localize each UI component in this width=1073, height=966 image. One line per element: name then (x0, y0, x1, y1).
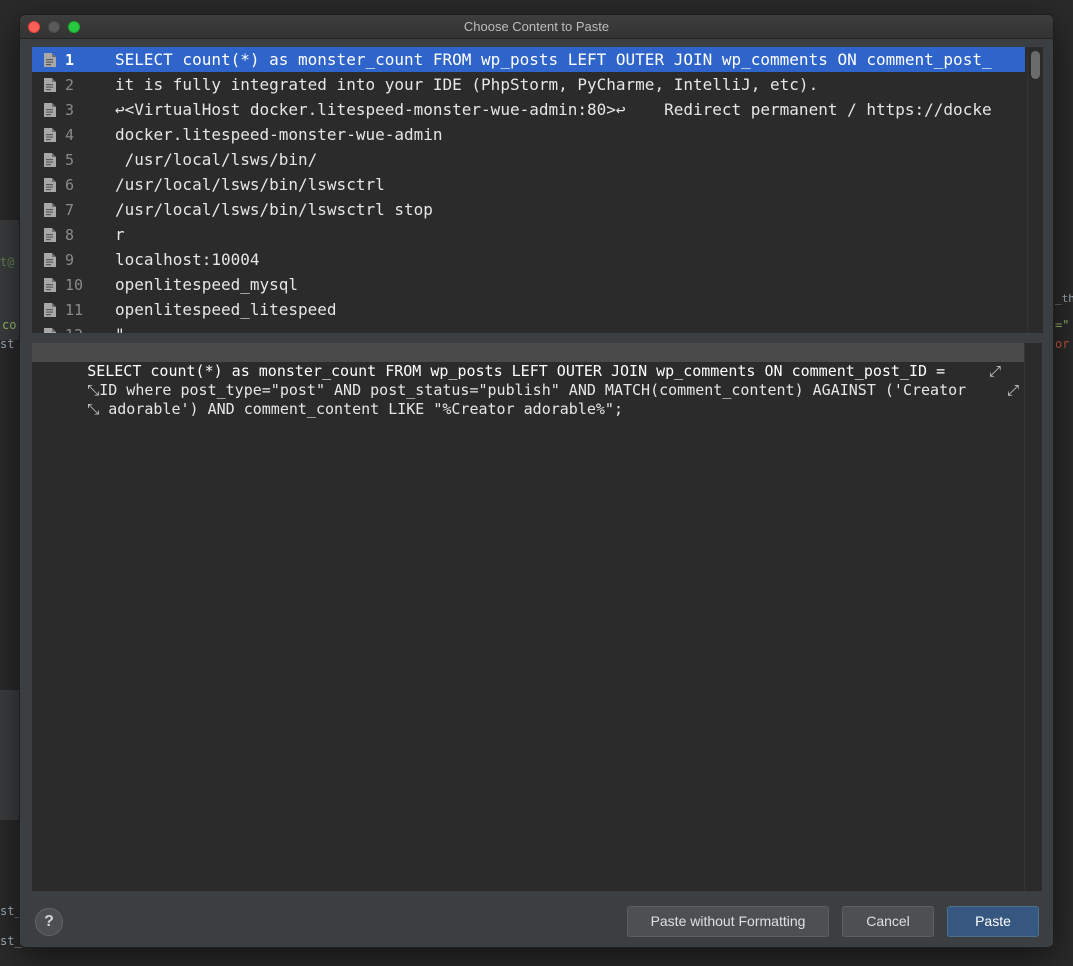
history-item-number: 4 (65, 126, 75, 144)
history-item[interactable]: 1 SELECT count(*) as monster_count FROM w… (32, 47, 1025, 72)
paste-without-formatting-button[interactable]: Paste without Formatting (627, 906, 829, 937)
preview-line: ⤡ID where post_type="post" AND post_stat… (32, 362, 1024, 399)
history-item-text: localhost:10004 (115, 250, 260, 269)
history-scrollbar-thumb[interactable] (1031, 51, 1040, 79)
history-item[interactable]: 6/usr/local/lsws/bin/lswsctrl (32, 172, 1025, 197)
background-text: co (2, 318, 17, 332)
history-item[interactable]: 3 ↩<VirtualHost docker.litespeed-monster-… (32, 97, 1025, 122)
history-item-text: /usr/local/lsws/bin/ (115, 150, 318, 169)
history-item-text: SELECT count(*) as monster_count FROM wp… (115, 50, 992, 69)
history-scrollbar[interactable] (1027, 47, 1043, 333)
history-item[interactable]: 11 openlitespeed_litespeed (32, 297, 1025, 322)
history-item[interactable]: 12 " (32, 322, 1025, 333)
background-ide-panel (0, 690, 20, 820)
choose-content-dialog: Choose Content to Paste 1 SELECT count(*)… (19, 14, 1054, 948)
document-icon (43, 202, 57, 218)
cancel-button[interactable]: Cancel (842, 906, 934, 937)
history-item-text: /usr/local/lsws/bin/lswsctrl stop (115, 200, 433, 219)
help-button[interactable]: ? (35, 908, 63, 936)
history-item-number: 2 (65, 76, 75, 94)
history-item[interactable]: 8r (32, 222, 1025, 247)
history-item-number: 6 (65, 176, 75, 194)
history-item-text: " (115, 325, 125, 333)
document-icon (43, 177, 57, 193)
history-item-text: r (115, 225, 125, 244)
history-item-text: it is fully integrated into your IDE (Ph… (115, 75, 819, 94)
history-item-number: 3 (65, 101, 75, 119)
background-text: st (0, 337, 15, 351)
background-text: =" (1055, 318, 1070, 332)
history-item-number: 10 (65, 276, 84, 294)
background-text: t@ (0, 255, 15, 269)
dialog-title: Choose Content to Paste (463, 19, 610, 34)
history-item[interactable]: 2 it is fully integrated into your IDE (P… (32, 72, 1025, 97)
document-icon (43, 227, 57, 243)
history-item-number: 8 (65, 226, 75, 244)
history-item[interactable]: 9 localhost:10004 (32, 247, 1025, 272)
history-item-number: 7 (65, 201, 75, 219)
preview-line: ⤡ adorable') AND comment_content LIKE "%… (32, 381, 1024, 418)
paste-preview-editor[interactable]: SELECT count(*) as monster_count FROM wp… (32, 343, 1024, 891)
preview-scrollbar[interactable] (1024, 343, 1042, 891)
document-icon (43, 302, 57, 318)
history-item-number: 12 (65, 326, 83, 333)
history-item-number: 9 (65, 251, 75, 269)
history-item[interactable]: 7/usr/local/lsws/bin/lswsctrl stop (32, 197, 1025, 222)
history-item-text: /usr/local/lsws/bin/lswsctrl (115, 175, 385, 194)
preview-line-text: adorable') AND comment_content LIKE "%Cr… (99, 400, 623, 418)
history-item-text: ↩<VirtualHost docker.litespeed-monster-w… (115, 100, 992, 119)
history-item[interactable]: 4 docker.litespeed-monster-wue-admin (32, 122, 1025, 147)
history-item-number: 11 (65, 301, 84, 319)
pane-splitter[interactable] (32, 333, 1042, 343)
document-icon (43, 52, 57, 68)
document-icon (43, 102, 57, 118)
document-icon (43, 252, 57, 268)
history-item-text: openlitespeed_mysql (115, 275, 299, 294)
soft-wrap-icon: ⤡ (87, 400, 100, 418)
history-item-number: 5 (65, 151, 75, 169)
document-icon (43, 127, 57, 143)
history-item[interactable]: 5 /usr/local/lsws/bin/ (32, 147, 1025, 172)
document-icon (43, 152, 57, 168)
clipboard-history-list[interactable]: 1 SELECT count(*) as monster_count FROM w… (32, 47, 1042, 333)
background-text: _the (1055, 292, 1073, 305)
document-icon (43, 277, 57, 293)
history-item-number: 1 (65, 51, 75, 69)
history-item-text: docker.litespeed-monster-wue-admin (115, 125, 443, 144)
background-text: or (1055, 337, 1070, 351)
preview-line: SELECT count(*) as monster_count FROM wp… (32, 343, 1024, 380)
history-item[interactable]: 10 openlitespeed_mysql (32, 272, 1025, 297)
history-item-text: openlitespeed_litespeed (115, 300, 337, 319)
document-icon (43, 77, 57, 93)
paste-button[interactable]: Paste (947, 906, 1039, 937)
dialog-titlebar: Choose Content to Paste (20, 15, 1053, 39)
